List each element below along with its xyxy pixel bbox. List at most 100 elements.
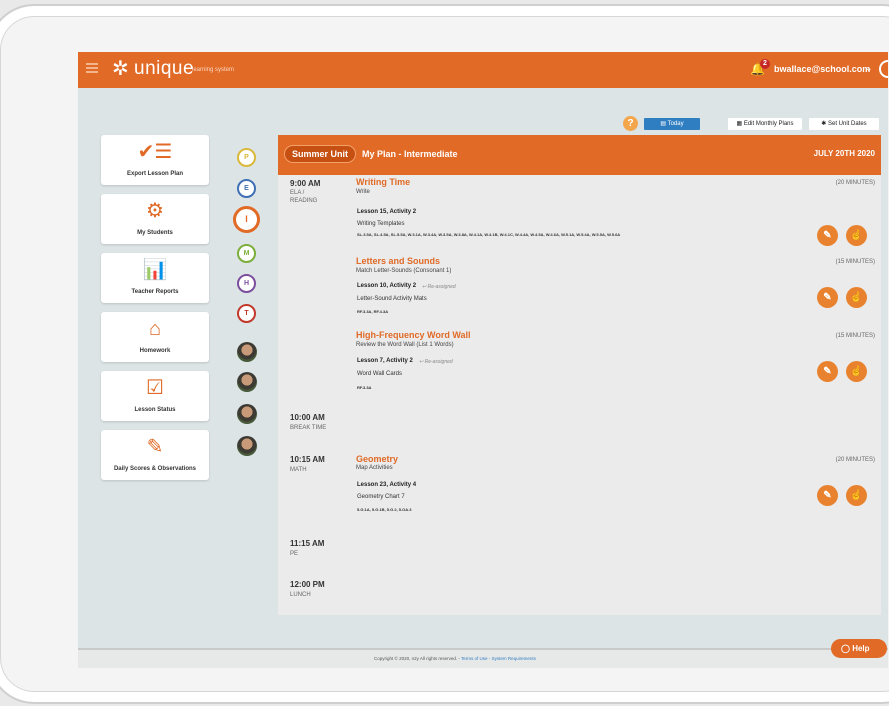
chat-bubble-icon: ◯: [841, 644, 850, 653]
reassigned-label: ↩ Re-assigned: [419, 359, 453, 365]
chevron-down-icon[interactable]: ⌄: [865, 63, 873, 74]
help-button[interactable]: ◯ Help: [831, 639, 887, 658]
level-intermediate[interactable]: I: [233, 206, 260, 233]
tablet-frame: ✲ unique learning system 🔔 2 bwallace@sc…: [0, 4, 889, 704]
material-label[interactable]: Letter-Sound Activity Mats: [357, 296, 427, 302]
block-subject: ELA /: [290, 190, 305, 196]
block-time: 12:00 PM: [290, 580, 325, 589]
copyright-text: Copyright © 2020, n2y All rights reserve…: [374, 656, 536, 661]
edit-monthly-plans-button[interactable]: ▦ Edit Monthly Plans: [728, 118, 802, 130]
reassign-arrow-icon: ↩: [422, 284, 427, 290]
activity-title[interactable]: Writing Time: [356, 177, 410, 187]
bar-chart-icon: 📊: [142, 259, 168, 281]
activity-minutes: (15 MINUTES): [835, 259, 875, 265]
sidebar-label: Homework: [139, 348, 171, 354]
student-avatar[interactable]: [237, 404, 257, 424]
avatar[interactable]: [879, 60, 888, 78]
lesson-label[interactable]: Lesson 7, Activity 2: [357, 358, 413, 364]
today-label: Today: [667, 121, 684, 127]
student-avatar[interactable]: [237, 436, 257, 456]
set-unit-dates-label: Set Unit Dates: [828, 121, 867, 127]
block-subject: PE: [290, 551, 299, 557]
reassign-arrow-icon: ↩: [419, 359, 424, 365]
help-label: Help: [852, 644, 870, 653]
system-requirements-link[interactable]: System Requirements: [492, 656, 536, 661]
logo-subtitle: learning system: [192, 67, 235, 73]
terms-link[interactable]: Terms of Use: [461, 656, 488, 661]
activity-minutes: (20 MINUTES): [835, 457, 875, 463]
footer-separator: -: [488, 656, 491, 661]
lesson-label[interactable]: Lesson 10, Activity 2: [357, 283, 416, 289]
sidebar-label: My Students: [137, 230, 173, 236]
gear-people-icon: ⚙: [146, 200, 164, 222]
sidebar-teacher-reports[interactable]: 📊 Teacher Reports: [101, 253, 209, 303]
sidebar-label: Export Lesson Plan: [126, 171, 183, 177]
sidebar-export-lesson-plan[interactable]: ✔☰ Export Lesson Plan: [101, 135, 209, 185]
activity-title[interactable]: Geometry: [356, 454, 398, 464]
hand-pointer-icon[interactable]: ☝: [846, 485, 867, 506]
list-check-icon: ✔☰: [137, 141, 173, 163]
lesson-label[interactable]: Lesson 15, Activity 2: [357, 209, 416, 215]
material-label[interactable]: Geometry Chart 7: [357, 494, 405, 500]
footer: Copyright © 2020, n2y All rights reserve…: [78, 648, 888, 668]
level-high[interactable]: H: [237, 274, 256, 293]
block-subject: READING: [290, 198, 318, 204]
sidebar-label: Daily Scores & Observations: [113, 466, 197, 472]
hand-pointer-icon[interactable]: ☝: [846, 287, 867, 308]
block-subject: MATH: [290, 467, 307, 473]
user-email[interactable]: bwallace@school.com: [774, 64, 870, 74]
edit-note-icon[interactable]: ✎: [817, 287, 838, 308]
student-avatar[interactable]: [237, 342, 257, 362]
activity-minutes: (15 MINUTES): [835, 333, 875, 339]
block-subject: LUNCH: [290, 592, 311, 598]
activity-title[interactable]: High-Frequency Word Wall: [356, 330, 471, 340]
help-question-icon[interactable]: ?: [623, 116, 638, 131]
reassigned-label: ↩ Re-assigned: [422, 284, 456, 290]
hand-pointer-icon[interactable]: ☝: [846, 361, 867, 382]
hamburger-icon[interactable]: [86, 63, 98, 73]
level-transition[interactable]: T: [237, 304, 256, 323]
block-subject: BREAK TIME: [290, 425, 327, 431]
block-time: 9:00 AM: [290, 179, 321, 188]
standards-list: RF.3.3A, RF.4.3A: [357, 309, 389, 314]
activity-subtitle: Review the Word Wall (List 1 Words): [356, 342, 454, 348]
edit-note-icon[interactable]: ✎: [817, 485, 838, 506]
block-time: 11:15 AM: [290, 539, 325, 548]
edit-note-icon[interactable]: ✎: [817, 225, 838, 246]
logo-text: unique: [134, 58, 195, 79]
reassigned-text: Re-assigned: [427, 284, 456, 290]
plan-title: My Plan - Intermediate: [362, 149, 458, 159]
level-elementary[interactable]: E: [237, 179, 256, 198]
sidebar-daily-scores[interactable]: ✎ Daily Scores & Observations: [101, 430, 209, 480]
set-unit-dates-button[interactable]: ✱ Set Unit Dates: [809, 118, 879, 130]
edit-monthly-label: Edit Monthly Plans: [743, 121, 794, 127]
lesson-label[interactable]: Lesson 23, Activity 4: [357, 482, 416, 488]
sidebar-lesson-status[interactable]: ☑ Lesson Status: [101, 371, 209, 421]
activity-title[interactable]: Letters and Sounds: [356, 256, 440, 266]
today-button[interactable]: ▤ Today: [644, 118, 700, 130]
standards-list: 5.G.1A, 5.G.1B, 5.G.2, 5.OA.3: [357, 507, 412, 512]
sidebar-my-students[interactable]: ⚙ My Students: [101, 194, 209, 244]
checkbox-icon: ☑: [146, 377, 164, 399]
level-middle[interactable]: M: [237, 244, 256, 263]
plan-header: Summer Unit My Plan - Intermediate JULY …: [278, 135, 881, 175]
unit-selector-button[interactable]: Summer Unit: [284, 145, 357, 163]
activity-subtitle: Map Activities: [356, 465, 393, 471]
plan-date: JULY 20TH 2020: [813, 149, 875, 158]
block-time: 10:00 AM: [290, 413, 325, 422]
material-label[interactable]: Word Wall Cards: [357, 371, 402, 377]
sidebar-homework[interactable]: ⌂ Homework: [101, 312, 209, 362]
standards-list: SL.3.5A, SL.4.5A, SL.5.5A, W.3.1A, W.3.4…: [357, 232, 621, 237]
standards-list: RF.3.3A: [357, 385, 372, 390]
pencil-screen-icon: ✎: [146, 436, 164, 458]
app-screen: ✲ unique learning system 🔔 2 bwallace@sc…: [78, 52, 888, 668]
edit-note-icon[interactable]: ✎: [817, 361, 838, 382]
hand-pointer-icon[interactable]: ☝: [846, 225, 867, 246]
snowflake-logo-icon: ✲: [112, 58, 129, 80]
student-avatar[interactable]: [237, 372, 257, 392]
top-bar: ✲ unique learning system 🔔 2 bwallace@sc…: [78, 52, 888, 88]
sidebar-label: Teacher Reports: [131, 289, 179, 295]
level-primary[interactable]: P: [237, 148, 256, 167]
copyright-label: Copyright © 2020, n2y All rights reserve…: [374, 656, 460, 661]
material-label[interactable]: Writing Templates: [357, 221, 404, 227]
